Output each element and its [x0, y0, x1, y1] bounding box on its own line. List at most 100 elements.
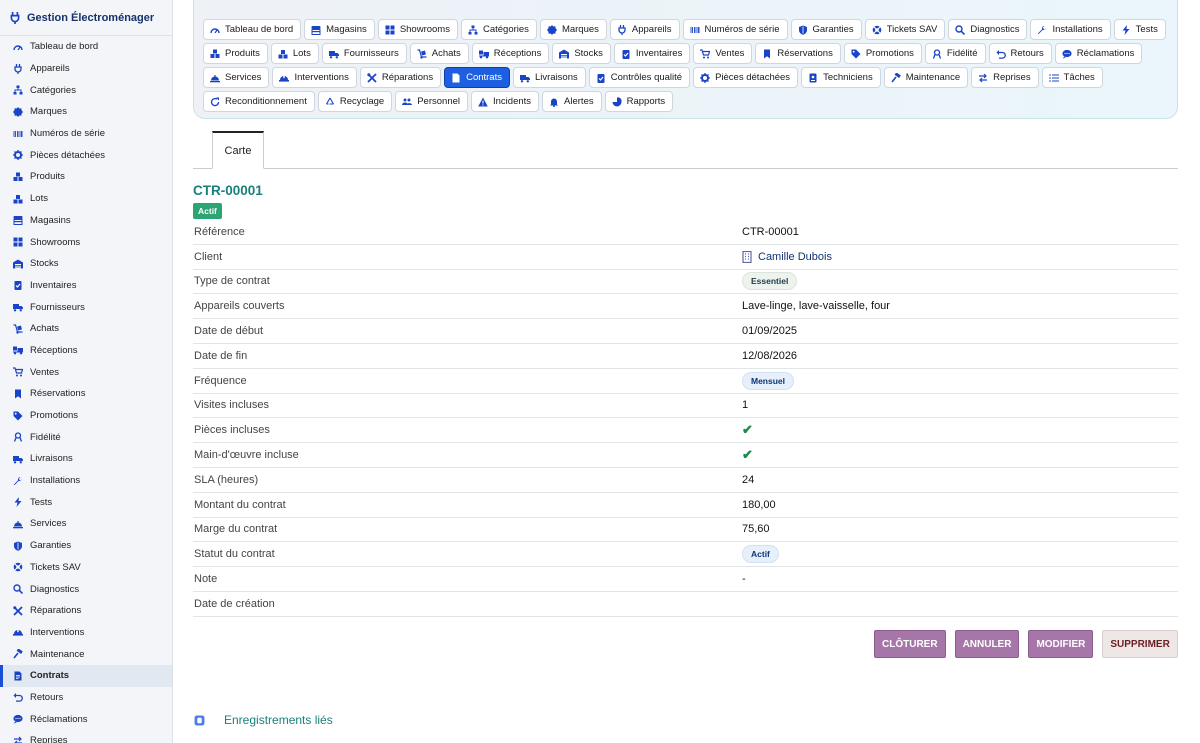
tab-techniciens[interactable]: Techniciens	[801, 67, 881, 88]
sidebar-item-reservations[interactable]: Réservations	[0, 383, 172, 405]
sidebar-item-magasins[interactable]: Magasins	[0, 210, 172, 232]
tab-produits[interactable]: Produits	[203, 43, 268, 64]
sidebar-item-appareils[interactable]: Appareils	[0, 58, 172, 80]
tab-fournisseurs[interactable]: Fournisseurs	[321, 43, 407, 64]
sidebar-item-maintenance[interactable]: Maintenance	[0, 643, 172, 665]
tab-contrats[interactable]: Contrats	[444, 67, 510, 88]
tab-maintenance[interactable]: Maintenance	[883, 67, 969, 88]
sidebar-item-reprises[interactable]: Reprises	[0, 730, 172, 743]
sidebar-item-livraisons[interactable]: Livraisons	[0, 448, 172, 470]
sidebar-item-produits[interactable]: Produits	[0, 166, 172, 188]
tab-tableau-de-bord[interactable]: Tableau de bord	[203, 19, 302, 40]
tab-diagnostics[interactable]: Diagnostics	[948, 19, 1028, 40]
tab-label: Numéros de série	[704, 24, 780, 35]
tags-icon	[851, 49, 861, 59]
tab-showrooms[interactable]: Showrooms	[377, 19, 458, 40]
sidebar-item-ventes[interactable]: Ventes	[0, 361, 172, 383]
tab-fidelite[interactable]: Fidélité	[924, 43, 986, 64]
sidebar-item-fidelite[interactable]: Fidélité	[0, 426, 172, 448]
sidebar-item-showrooms[interactable]: Showrooms	[0, 231, 172, 253]
sidebar-item-services[interactable]: Services	[0, 513, 172, 535]
sidebar-item-diagnostics[interactable]: Diagnostics	[0, 578, 172, 600]
sidebar-item-retours[interactable]: Retours	[0, 687, 172, 709]
tab-label: Réparations	[381, 72, 434, 83]
tab-reparations[interactable]: Réparations	[359, 67, 442, 88]
sidebar-item-pieces-detachees[interactable]: Pièces détachées	[0, 144, 172, 166]
sidebar-item-tests[interactable]: Tests	[0, 491, 172, 513]
tab-label: Rapports	[626, 96, 666, 107]
tab-livraisons[interactable]: Livraisons	[512, 67, 586, 88]
tab-reservations[interactable]: Réservations	[755, 43, 841, 64]
tab-reconditionnement[interactable]: Reconditionnement	[203, 91, 315, 112]
delete-button[interactable]: SUPPRIMER	[1102, 630, 1178, 658]
sidebar-item-label: Numéros de série	[30, 128, 105, 140]
tab-appareils[interactable]: Appareils	[609, 19, 680, 40]
tab-promotions[interactable]: Promotions	[843, 43, 922, 64]
tab-recyclage[interactable]: Recyclage	[317, 91, 393, 112]
tab-garanties[interactable]: Garanties	[790, 19, 862, 40]
tab-magasins[interactable]: Magasins	[304, 19, 375, 40]
gauge-icon	[210, 25, 220, 35]
sidebar-item-garanties[interactable]: Garanties	[0, 535, 172, 557]
sidebar-item-reparations[interactable]: Réparations	[0, 600, 172, 622]
tab-reprises[interactable]: Reprises	[971, 67, 1039, 88]
tab-marques[interactable]: Marques	[539, 19, 607, 40]
sidebar-item-installations[interactable]: Installations	[0, 470, 172, 492]
tab-label: Retours	[1010, 48, 1044, 59]
related-records-header[interactable]: Enregistrements liés	[194, 713, 333, 727]
tab-retours[interactable]: Retours	[988, 43, 1052, 64]
tab-ventes[interactable]: Ventes	[693, 43, 753, 64]
sidebar-item-interventions[interactable]: Interventions	[0, 622, 172, 644]
tools-icon	[13, 606, 23, 616]
tab-label: Personnel	[417, 96, 460, 107]
tab-controles-qualite[interactable]: Contrôles qualité	[588, 67, 691, 88]
sidebar-item-numeros-de-serie[interactable]: Numéros de série	[0, 123, 172, 145]
sidebar-item-contrats[interactable]: Contrats	[0, 664, 172, 687]
close-contract-button[interactable]: CLÔTURER	[874, 630, 946, 658]
sidebar-item-tableau-de-bord[interactable]: Tableau de bord	[0, 36, 172, 58]
tab-interventions[interactable]: Interventions	[272, 67, 357, 88]
tab-rapports[interactable]: Rapports	[604, 91, 674, 112]
sidebar-item-inventaires[interactable]: Inventaires	[0, 275, 172, 297]
field-row-note: Note -	[193, 567, 1178, 592]
tab-inventaires[interactable]: Inventaires	[613, 43, 691, 64]
sidebar-item-achats[interactable]: Achats	[0, 318, 172, 340]
tab-incidents[interactable]: Incidents	[471, 91, 540, 112]
sidebar-item-label: Showrooms	[30, 236, 81, 248]
client-link[interactable]: Camille Dubois	[758, 251, 832, 263]
app-title: Gestion Électroménager	[27, 11, 155, 24]
tab-carte[interactable]: Carte	[212, 131, 264, 169]
tab-stocks[interactable]: Stocks	[552, 43, 611, 64]
sidebar-item-categories[interactable]: Catégories	[0, 79, 172, 101]
tab-personnel[interactable]: Personnel	[395, 91, 468, 112]
tab-alertes[interactable]: Alertes	[542, 91, 602, 112]
tab-reclamations[interactable]: Réclamations	[1054, 43, 1143, 64]
tab-lots[interactable]: Lots	[270, 43, 319, 64]
tab-pieces-detachees[interactable]: Pièces détachées	[693, 67, 799, 88]
app-brand[interactable]: Gestion Électroménager	[0, 0, 172, 36]
tab-achats[interactable]: Achats	[409, 43, 469, 64]
tab-services[interactable]: Services	[203, 67, 270, 88]
tab-tests[interactable]: Tests	[1113, 19, 1166, 40]
cancel-contract-button[interactable]: ANNULER	[954, 630, 1020, 658]
tab-receptions[interactable]: Réceptions	[471, 43, 550, 64]
sidebar-item-receptions[interactable]: Réceptions	[0, 340, 172, 362]
field-row-client: Client Camille Dubois	[193, 245, 1178, 270]
tab-tickets-sav[interactable]: Tickets SAV	[864, 19, 946, 40]
sidebar-item-tickets-sav[interactable]: Tickets SAV	[0, 557, 172, 579]
sidebar-item-stocks[interactable]: Stocks	[0, 253, 172, 275]
edit-button[interactable]: MODIFIER	[1028, 630, 1094, 658]
tab-numeros-de-serie[interactable]: Numéros de série	[682, 19, 788, 40]
sidebar-item-promotions[interactable]: Promotions	[0, 405, 172, 427]
tab-label: Tableau de bord	[225, 24, 294, 35]
list-icon	[1048, 73, 1059, 83]
sidebar-item-marques[interactable]: Marques	[0, 101, 172, 123]
sidebar-item-fournisseurs[interactable]: Fournisseurs	[0, 296, 172, 318]
sidebar-item-reclamations[interactable]: Réclamations	[0, 708, 172, 730]
badge-icon	[13, 106, 23, 117]
sidebar-item-lots[interactable]: Lots	[0, 188, 172, 210]
tab-taches[interactable]: Tâches	[1041, 67, 1103, 88]
hammer-icon	[13, 649, 23, 659]
tab-categories[interactable]: Catégories	[460, 19, 537, 40]
tab-installations[interactable]: Installations	[1030, 19, 1111, 40]
